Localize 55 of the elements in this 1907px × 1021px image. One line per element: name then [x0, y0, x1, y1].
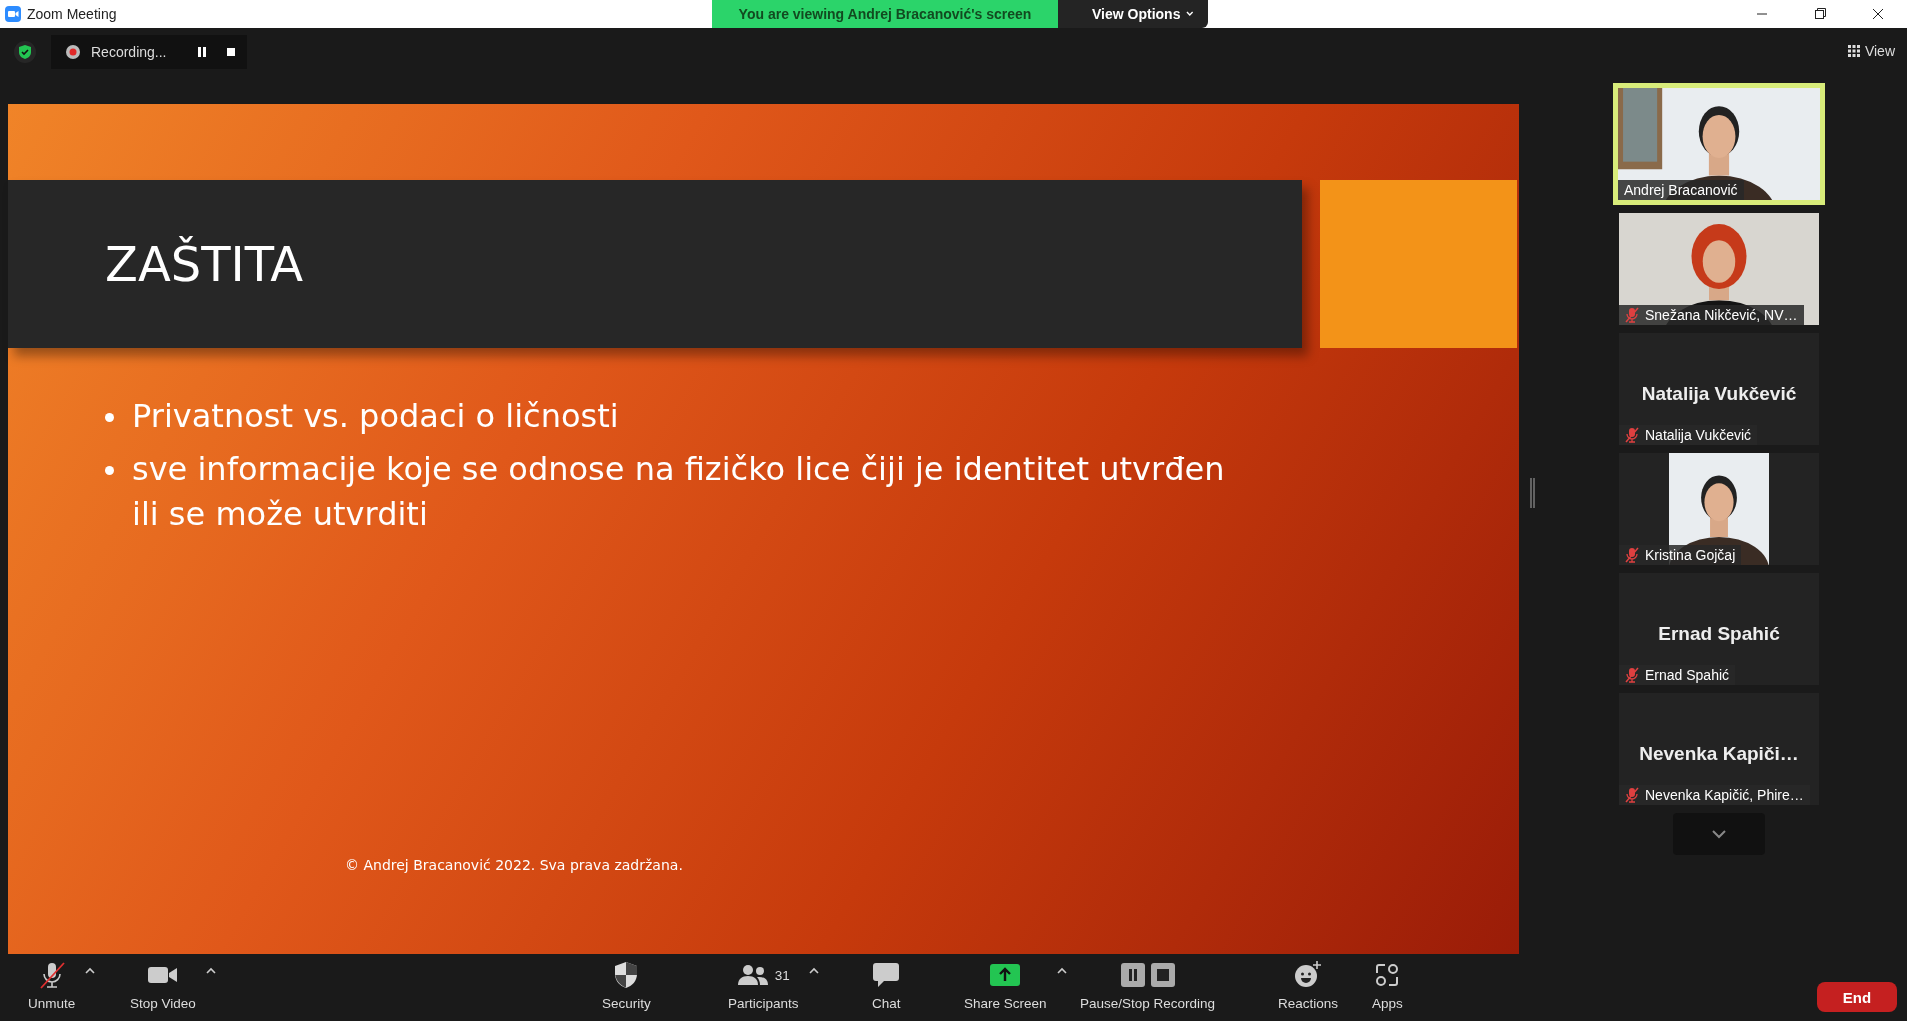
- participant-name: Kristina Gojčaj: [1645, 547, 1736, 563]
- window-title: Zoom Meeting: [27, 6, 117, 22]
- toolbar-button[interactable]: Share Screen: [964, 959, 1047, 1011]
- speech-bubble-icon: [872, 962, 901, 988]
- chevron-down-icon: [1711, 829, 1727, 839]
- shield-icon[interactable]: [14, 40, 36, 63]
- toolbar-button[interactable]: Apps: [1372, 959, 1403, 1011]
- participant-tile[interactable]: Natalija Vukčević Natalija Vukčević: [1619, 333, 1819, 445]
- participant-tile[interactable]: Andrej Bracanović: [1613, 83, 1825, 205]
- smiley-plus-icon: [1293, 960, 1323, 990]
- toolbar-button[interactable]: Chat: [872, 959, 901, 1011]
- caret-icon[interactable]: [85, 967, 96, 974]
- share-screen-icon: [989, 963, 1022, 987]
- bullet-icon: [105, 466, 114, 475]
- view-button[interactable]: View: [1841, 42, 1901, 60]
- participant-tile[interactable]: Kristina Gojčaj: [1619, 453, 1819, 565]
- bullet-icon: [105, 413, 114, 422]
- caret-icon[interactable]: [205, 967, 216, 974]
- participant-name: Andrej Bracanović: [1624, 182, 1738, 198]
- toolbar-button[interactable]: 31 Participants: [728, 959, 799, 1011]
- participant-name: Natalija Vukčević: [1645, 427, 1752, 443]
- pause-stop-icon: [1119, 962, 1176, 988]
- participant-tile[interactable]: Nevenka Kapiči… Nevenka Kapičić, Phire…: [1619, 693, 1819, 805]
- participant-count: 31: [774, 967, 790, 983]
- participant-tile[interactable]: Ernad Spahić Ernad Spahić: [1619, 573, 1819, 685]
- resize-handle-icon[interactable]: [1530, 478, 1535, 508]
- caret-icon[interactable]: [1056, 967, 1067, 974]
- toolbar-button[interactable]: Unmute: [28, 959, 76, 1011]
- bullet-text: sve informacije koje se odnose na fizičko lice čiji je identitet utvrđen ili se može utvrditi: [132, 449, 1225, 535]
- participant-name: Snežana Nikčević, NV…: [1645, 307, 1798, 323]
- end-button[interactable]: End: [1817, 982, 1897, 1012]
- caret-icon: [1186, 11, 1194, 17]
- grid-icon: [1847, 45, 1860, 57]
- shield-icon: [613, 961, 640, 989]
- toolbar-button[interactable]: Pause/Stop Recording: [1080, 959, 1216, 1011]
- screen-share-banner: You are viewing Andrej Bracanović's screen: [712, 0, 1058, 28]
- pause-icon[interactable]: [197, 45, 207, 58]
- recording-dot-icon: [65, 43, 81, 60]
- toolbar-button[interactable]: Stop Video: [130, 959, 196, 1011]
- participant-name: Nevenka Kapičić, Phire…: [1645, 787, 1804, 803]
- participant-display-name: Nevenka Kapiči…: [1639, 743, 1799, 765]
- participant-name: Ernad Spahić: [1645, 667, 1730, 683]
- people-icon: [736, 963, 769, 987]
- bullet-text: Privatnost vs. podaci o ličnosti: [132, 396, 619, 437]
- caret-icon[interactable]: [808, 967, 819, 974]
- toolbar-button[interactable]: Security: [602, 959, 651, 1011]
- toolbar-button[interactable]: Reactions: [1278, 959, 1339, 1011]
- app-logo-icon: [5, 6, 21, 22]
- view-options-button[interactable]: View Options: [1058, 0, 1208, 28]
- participant-display-name: Natalija Vukčević: [1641, 383, 1797, 405]
- participant-tile[interactable]: Snežana Nikčević, NV…: [1619, 213, 1819, 325]
- slide-footer: © Andrej Bracanović 2022. Sva prava zadržana.: [345, 857, 683, 873]
- slide-title: ZAŠTITA: [105, 236, 304, 292]
- participant-display-name: Ernad Spahić: [1658, 623, 1780, 645]
- recording-label: Recording...: [91, 43, 168, 60]
